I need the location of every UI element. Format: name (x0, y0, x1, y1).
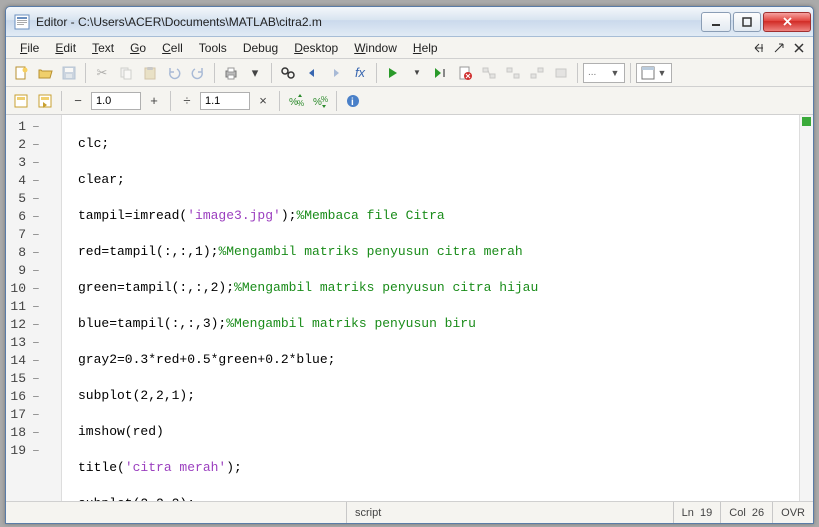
function-icon[interactable]: fx (349, 62, 371, 84)
goto-fwd-icon[interactable] (325, 62, 347, 84)
svg-text:i: i (351, 97, 354, 108)
svg-text:%: % (297, 99, 304, 108)
menu-go[interactable]: Go (122, 39, 154, 57)
editor-content: 1– 2– 3– 4– 5– 6– 7– 8– 9– 10– 11– 12– 1… (6, 115, 813, 501)
step-in-icon[interactable] (502, 62, 524, 84)
maximize-button[interactable] (733, 12, 761, 32)
step-icon[interactable] (478, 62, 500, 84)
find-icon[interactable] (277, 62, 299, 84)
continue-icon[interactable] (550, 62, 572, 84)
info-icon[interactable]: i (342, 90, 364, 112)
menubar: File Edit Text Go Cell Tools Debug Deskt… (6, 37, 813, 59)
status-col: Col 26 (720, 502, 772, 523)
cut-icon[interactable]: ✂ (91, 62, 113, 84)
zoom2-input[interactable]: 1.1 (200, 92, 250, 110)
dock-toggle-icon[interactable] (751, 40, 767, 56)
increment-icon[interactable]: + (143, 90, 165, 112)
code-area[interactable]: clc; clear; tampil=imread('image3.jpg');… (62, 115, 799, 501)
minimize-button[interactable] (701, 12, 731, 32)
menu-help[interactable]: Help (405, 39, 446, 57)
window-title: Editor - C:\Users\ACER\Documents\MATLAB\… (36, 15, 699, 29)
menu-edit[interactable]: Edit (47, 39, 84, 57)
open-file-icon[interactable] (34, 62, 56, 84)
decrement-icon[interactable]: − (67, 90, 89, 112)
print-icon[interactable] (220, 62, 242, 84)
cell-toolbar: − 1.0 + ÷ 1.1 × %% %% i (6, 87, 813, 115)
status-ovr[interactable]: OVR (772, 502, 813, 523)
run-advance-icon[interactable] (430, 62, 452, 84)
zoom1-input[interactable]: 1.0 (91, 92, 141, 110)
run-icon[interactable] (382, 62, 404, 84)
menu-tools[interactable]: Tools (191, 39, 235, 57)
undock-icon[interactable] (771, 40, 787, 56)
goto-back-icon[interactable] (301, 62, 323, 84)
eval-cell-icon[interactable] (10, 90, 32, 112)
new-file-icon[interactable] (10, 62, 32, 84)
step-out-icon[interactable] (526, 62, 548, 84)
status-line: Ln 19 (673, 502, 721, 523)
menu-cell[interactable]: Cell (154, 39, 191, 57)
code-ok-indicator (802, 117, 811, 126)
save-icon[interactable] (58, 62, 80, 84)
menu-debug[interactable]: Debug (235, 39, 286, 57)
percent-down-icon[interactable]: %% (309, 90, 331, 112)
undo-icon[interactable] (163, 62, 185, 84)
main-toolbar: ✂ ▾ fx ▼ ...▼ ▼ (6, 59, 813, 87)
app-icon (14, 14, 30, 30)
run-dropdown-icon[interactable]: ▼ (406, 62, 428, 84)
statusbar: script Ln 19 Col 26 OVR (6, 501, 813, 523)
menu-desktop[interactable]: Desktop (286, 39, 346, 57)
percent-up-icon[interactable]: %% (285, 90, 307, 112)
status-type: script (346, 502, 673, 523)
svg-text:%: % (321, 95, 328, 104)
print-preview-icon[interactable]: ▾ (244, 62, 266, 84)
breakpoint-clear-icon[interactable] (454, 62, 476, 84)
line-gutter[interactable]: 1– 2– 3– 4– 5– 6– 7– 8– 9– 10– 11– 12– 1… (6, 115, 62, 501)
close-button[interactable] (763, 12, 811, 32)
layout-dropdown[interactable]: ▼ (636, 63, 672, 83)
close-doc-icon[interactable] (791, 40, 807, 56)
copy-icon[interactable] (115, 62, 137, 84)
redo-icon[interactable] (187, 62, 209, 84)
menu-window[interactable]: Window (346, 39, 405, 57)
window-controls (699, 12, 811, 32)
titlebar[interactable]: Editor - C:\Users\ACER\Documents\MATLAB\… (6, 7, 813, 37)
menu-text[interactable]: Text (84, 39, 122, 57)
eval-cell-advance-icon[interactable] (34, 90, 56, 112)
multiply-icon[interactable]: × (252, 90, 274, 112)
paste-icon[interactable] (139, 62, 161, 84)
divide-icon[interactable]: ÷ (176, 90, 198, 112)
editor-window: Editor - C:\Users\ACER\Documents\MATLAB\… (5, 6, 814, 524)
menu-file[interactable]: File (12, 39, 47, 57)
stack-dropdown[interactable]: ...▼ (583, 63, 625, 83)
message-bar[interactable] (799, 115, 813, 501)
